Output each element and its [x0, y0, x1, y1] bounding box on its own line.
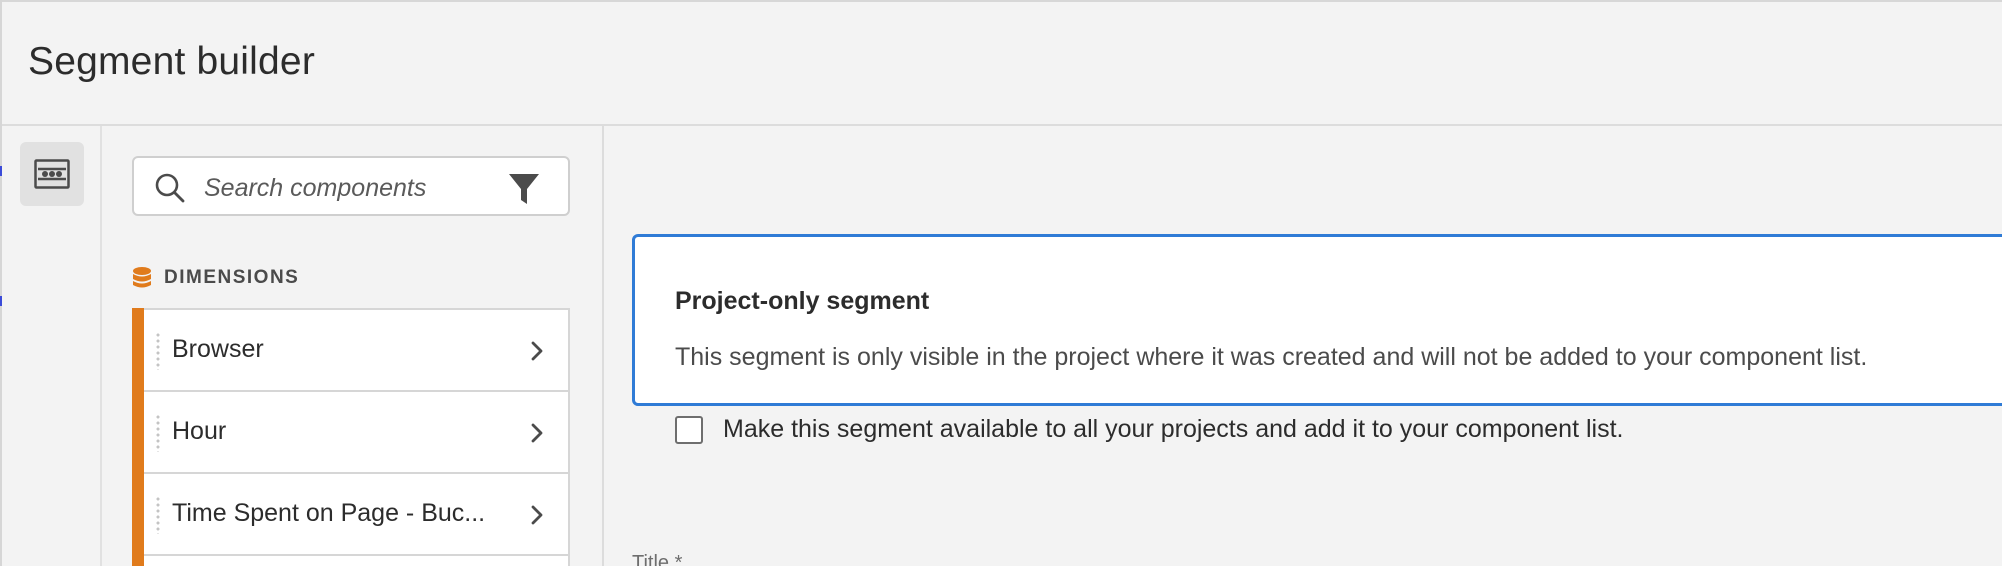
project-only-notice: Project-only segment This segment is onl… — [632, 234, 2002, 444]
notice-title: Project-only segment — [675, 287, 930, 315]
search-input[interactable] — [202, 166, 506, 210]
list-item-browser[interactable]: Browser — [132, 308, 570, 392]
filter-icon[interactable] — [508, 172, 540, 206]
dimension-accent-bar — [132, 308, 144, 392]
availability-checkbox-label[interactable]: Make this segment available to all your … — [723, 415, 1623, 444]
dimensions-list: Browser Hour Time Spent on Page - Buc... — [132, 308, 570, 566]
chevron-right-icon[interactable] — [530, 422, 544, 444]
drag-handle[interactable] — [156, 414, 160, 452]
dimension-accent-bar — [132, 390, 144, 474]
search-icon — [155, 173, 185, 203]
chevron-right-icon[interactable] — [530, 504, 544, 526]
availability-option[interactable]: Make this segment available to all your … — [675, 415, 1623, 444]
drag-handle[interactable] — [156, 332, 160, 370]
dimensions-section-header: DIMENSIONS — [132, 264, 299, 292]
dimensions-label: DIMENSIONS — [164, 267, 300, 288]
list-item-time-spent-on-page[interactable]: Time Spent on Page - Buc... — [132, 472, 570, 556]
main-content: Project-only segment This segment is onl… — [604, 126, 2002, 566]
dimension-accent-bar — [132, 472, 144, 556]
list-item-label: Time Spent on Page - Buc... — [172, 499, 486, 527]
list-item-label: Browser — [172, 335, 264, 363]
components-panel-button[interactable] — [20, 142, 84, 206]
left-rail — [2, 126, 102, 566]
chevron-right-icon[interactable] — [530, 340, 544, 362]
list-item-hour[interactable]: Hour — [132, 390, 570, 474]
title-field-label: Title * — [632, 552, 683, 566]
notice-body: This segment is only visible in the proj… — [675, 343, 1868, 371]
search-box — [132, 156, 570, 216]
availability-checkbox[interactable] — [675, 415, 703, 444]
header: Segment builder — [2, 2, 2002, 126]
dimensions-icon — [133, 267, 151, 288]
dimension-accent-bar — [132, 554, 144, 566]
segment-components-icon — [34, 159, 70, 189]
list-item-next[interactable] — [132, 554, 570, 566]
drag-handle[interactable] — [156, 496, 160, 534]
components-panel: DIMENSIONS Browser Hour — [102, 126, 604, 566]
list-item-label: Hour — [172, 417, 227, 445]
segment-builder-window: Segment builder Search components DIMENS… — [0, 0, 2002, 566]
page-title: Segment builder — [28, 40, 316, 83]
